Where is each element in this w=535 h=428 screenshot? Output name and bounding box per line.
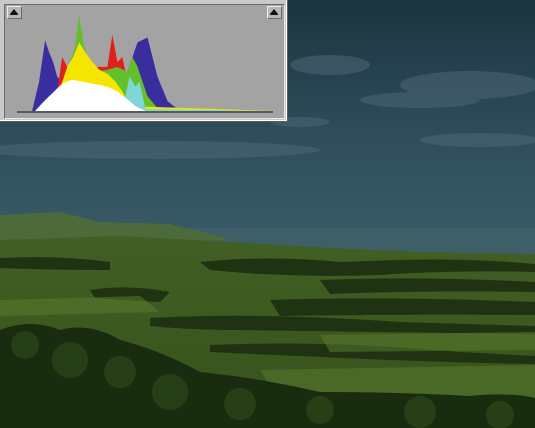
clip-shadows-button[interactable] bbox=[7, 6, 22, 19]
histogram-plot-area bbox=[4, 4, 285, 119]
triangle-base-line bbox=[270, 14, 278, 15]
clip-highlights-button[interactable] bbox=[267, 6, 282, 19]
histogram-chart bbox=[17, 15, 273, 113]
triangle-base-line bbox=[10, 14, 18, 15]
histogram-panel bbox=[0, 0, 288, 122]
